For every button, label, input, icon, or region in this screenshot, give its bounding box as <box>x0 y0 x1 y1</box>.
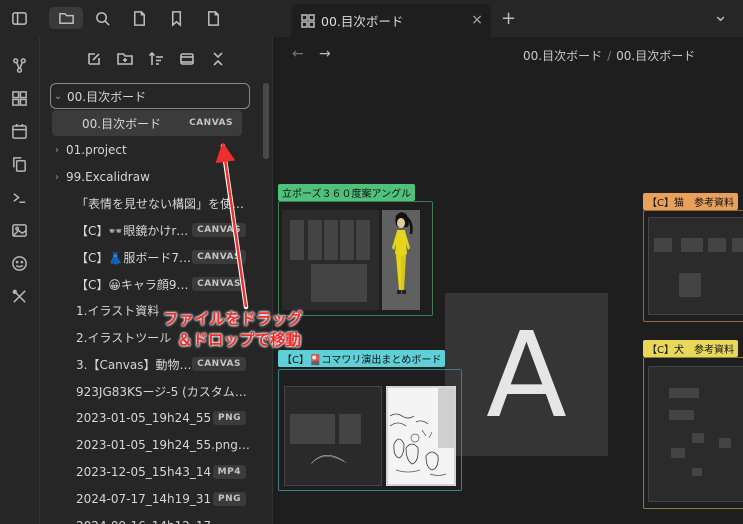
image-icon[interactable] <box>8 219 30 241</box>
bookmark-icon[interactable] <box>164 7 188 29</box>
document-icon[interactable] <box>201 7 225 29</box>
file-label: 923JG83KSージ-5 (カスタム).j... <box>76 384 250 399</box>
koma-curve <box>311 455 347 464</box>
annotation-line-2: ＆ドロップで移動 <box>177 331 302 349</box>
editor-tab-title: 00.目次ボード <box>321 14 404 29</box>
group-koma[interactable] <box>278 369 462 491</box>
file-type-badge: CANVAS <box>192 223 246 237</box>
file-item[interactable]: 2023-01-05_19h24_55.png.... <box>50 432 250 458</box>
group-label-cat[interactable]: 【C】猫 参考資料 <box>643 193 738 210</box>
tab-list-chevron-icon[interactable]: ⌄ <box>713 5 728 26</box>
file-label: 2024-07-17_14h19_31 <box>76 492 212 506</box>
close-tab-icon[interactable]: × <box>471 12 483 28</box>
canvas-view[interactable]: ← → 00.目次ボード / 00.目次ボード 立ポーズ３６０度案アングル 【C】猫… <box>273 37 743 524</box>
auto-reveal-icon[interactable] <box>177 49 197 69</box>
folder-label: 00.目次ボード <box>67 89 147 104</box>
chevron-right-icon: › <box>55 171 59 183</box>
file-explorer-tab-icon[interactable] <box>49 7 83 29</box>
file-explorer: ⌄ 00.目次ボード 00.目次ボード CANVAS › 01.project … <box>40 37 273 524</box>
folder-label: 99.Excalidraw <box>66 170 150 184</box>
file-item[interactable]: 【C】😀キャラ顔92dg CANVAS <box>50 271 250 297</box>
file-label: 「表情を見せない構図」を使う... <box>76 196 250 211</box>
file-label: 【C】😀キャラ顔92dg <box>76 277 193 292</box>
group-label-koma[interactable]: 【C】🎴コマワリ演出まとめボード <box>278 350 446 367</box>
file-item[interactable]: 【C】👗服ボード74s3 CANVAS <box>50 244 250 270</box>
card-text: A <box>486 305 567 444</box>
sidebar-scrollbar[interactable] <box>263 83 269 159</box>
file-item[interactable]: 【C】👓眼鏡かけr53h CANVAS <box>50 217 250 243</box>
chevron-down-icon: ⌄ <box>53 90 63 102</box>
file-label: 3.【Canvas】動物参... <box>76 357 193 372</box>
manga-page-image <box>386 386 456 486</box>
file-item[interactable]: 3.【Canvas】動物参... CANVAS <box>50 351 250 377</box>
file-label: 2023-12-05_15h43_14 <box>76 465 212 479</box>
search-icon[interactable] <box>90 7 114 29</box>
new-tab-button[interactable]: + <box>501 8 516 29</box>
file-label: 【C】👗服ボード74s3 <box>76 250 193 265</box>
chevron-right-icon: › <box>55 144 59 156</box>
folder-item[interactable]: ⌄ 00.目次ボード <box>50 83 250 109</box>
canvas-grid-icon[interactable] <box>8 87 30 109</box>
breadcrumb: 00.目次ボード / 00.目次ボード <box>523 47 695 64</box>
file-type-badge: CANVAS <box>192 250 246 264</box>
file-item-active[interactable]: 00.目次ボード CANVAS <box>52 110 242 136</box>
drag-drop-annotation: ファイルをドラッグ ＆ドロップで移動 <box>163 309 303 351</box>
file-item[interactable]: 2024-07-17_14h19_31 PNG <box>50 486 250 512</box>
canvas-icon <box>301 13 315 28</box>
file-label: 00.目次ボード <box>82 116 162 131</box>
sort-icon[interactable] <box>146 49 166 69</box>
file-item[interactable]: 2024-09-16_14h12_17 <box>50 513 250 524</box>
new-folder-icon[interactable] <box>115 49 135 69</box>
file-label: 2024-09-16_14h12_17 <box>76 519 211 524</box>
file-label: 1.イラスト資料 <box>76 303 160 318</box>
title-bar: 00.目次ボード × + ⌄ <box>0 0 743 37</box>
file-label: 【C】👓眼鏡かけr53h <box>76 223 193 238</box>
group-cat[interactable] <box>643 210 743 322</box>
file-type-badge: CANVAS <box>184 116 238 130</box>
folder-item[interactable]: › 01.project <box>50 137 250 163</box>
file-type-badge: MP4 <box>212 465 246 479</box>
excalidraw-tools-icon[interactable] <box>8 285 30 307</box>
smiley-icon[interactable] <box>8 252 30 274</box>
file-item[interactable]: 923JG83KSージ-5 (カスタム).j... <box>50 378 250 404</box>
file-type-badge: CANVAS <box>192 357 246 371</box>
group-label-dog[interactable]: 【C】犬 参考資料 <box>643 340 738 357</box>
file-item[interactable]: 「表情を見せない構図」を使う... <box>50 190 250 216</box>
collapse-all-icon[interactable] <box>208 49 228 69</box>
file-label: 2023-01-05_19h24_55.png.... <box>76 438 250 452</box>
forward-arrow-icon[interactable]: → <box>319 46 331 62</box>
ribbon <box>0 37 40 524</box>
file-label: 2.イラストツール <box>76 330 172 345</box>
breadcrumb-separator: / <box>607 49 612 63</box>
graph-view-icon[interactable] <box>8 54 30 76</box>
folder-item[interactable]: › 99.Excalidraw <box>50 164 250 190</box>
toggle-left-sidebar-icon[interactable] <box>7 7 31 29</box>
new-note-icon[interactable] <box>84 49 104 69</box>
text-card[interactable]: A <box>445 293 608 456</box>
annotation-line-1: ファイルをドラッグ <box>163 310 303 328</box>
group-label-pose[interactable]: 立ポーズ３６０度案アングル <box>278 184 416 201</box>
file-icon[interactable] <box>127 7 151 29</box>
yellow-character-image <box>382 210 420 310</box>
cat-image <box>648 217 743 315</box>
terminal-icon[interactable] <box>8 186 30 208</box>
file-item[interactable]: 2023-01-05_19h24_55 PNG <box>50 405 250 431</box>
file-type-badge: CANVAS <box>192 277 246 291</box>
editor-tab[interactable]: 00.目次ボード × <box>291 4 491 37</box>
group-dog[interactable] <box>643 357 743 509</box>
back-arrow-icon[interactable]: ← <box>292 46 304 62</box>
breadcrumb-parent[interactable]: 00.目次ボード <box>523 49 602 63</box>
file-label: 2023-01-05_19h24_55 <box>76 411 212 425</box>
copy-icon[interactable] <box>8 153 30 175</box>
file-type-badge: PNG <box>212 411 246 425</box>
breadcrumb-current: 00.目次ボード <box>616 49 696 63</box>
group-pose[interactable] <box>278 201 433 316</box>
calendar-icon[interactable] <box>8 120 30 142</box>
file-item[interactable]: 2023-12-05_15h43_14 MP4 <box>50 459 250 485</box>
folder-label: 01.project <box>66 143 127 157</box>
file-type-badge: PNG <box>212 492 246 506</box>
